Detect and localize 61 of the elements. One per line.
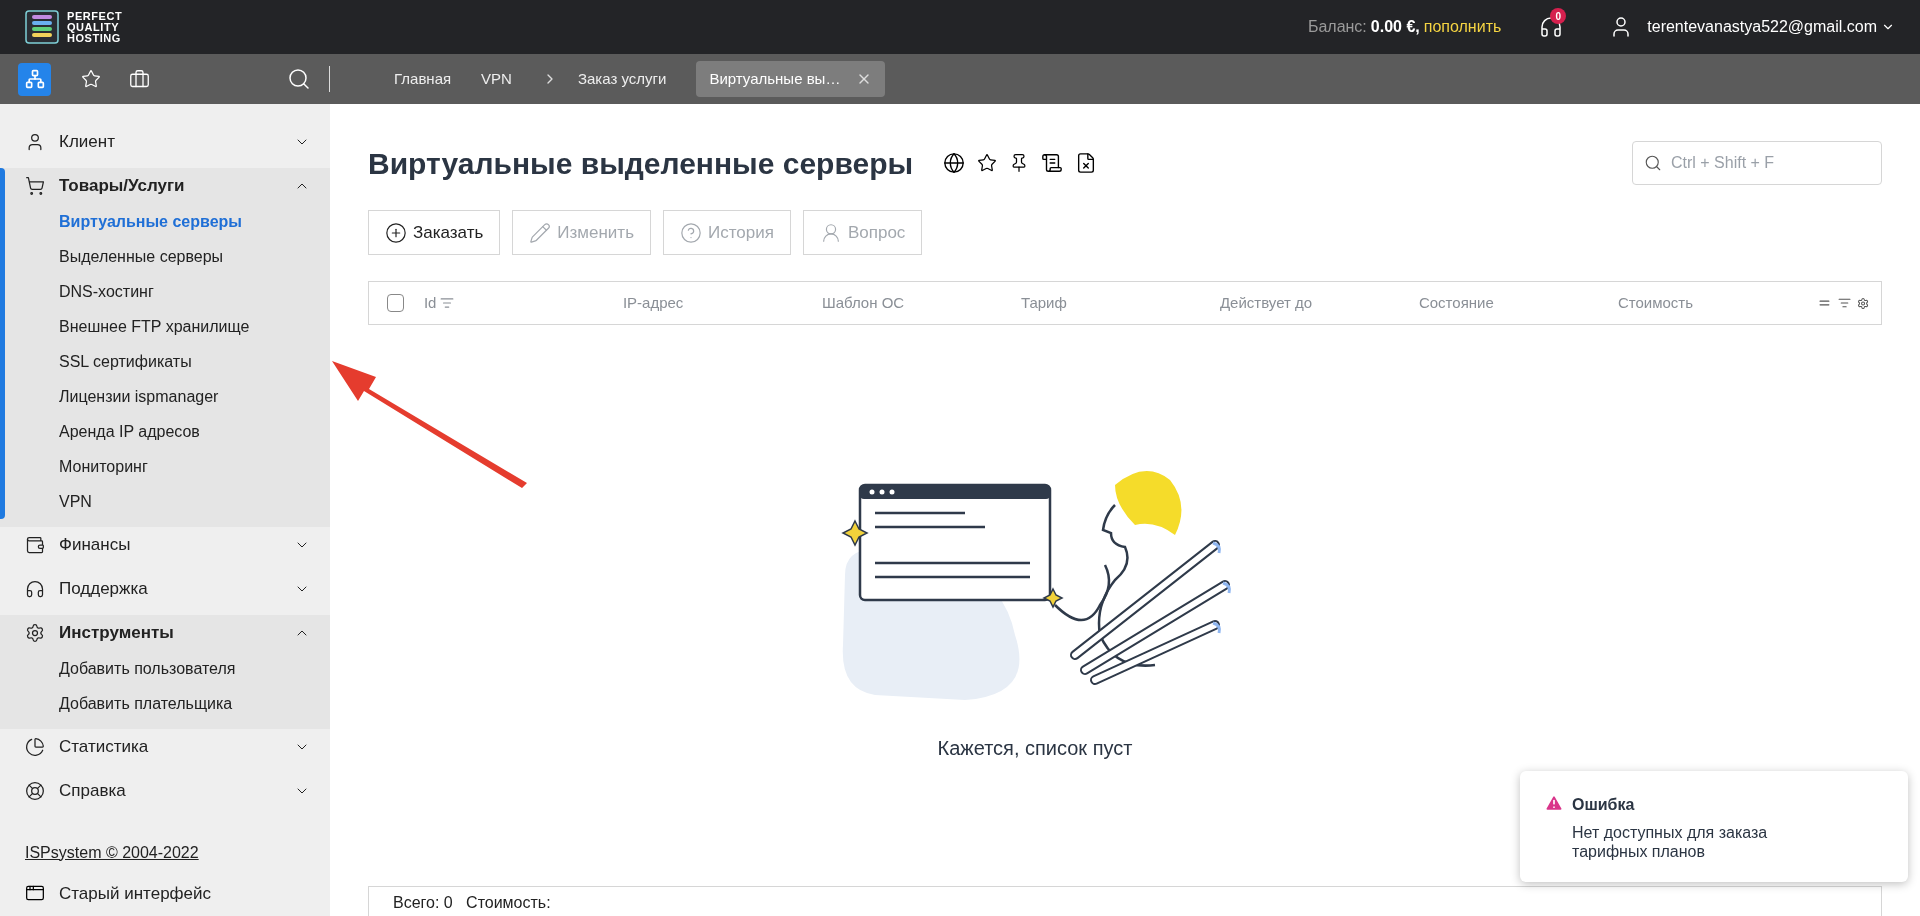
filter-icon[interactable]	[1837, 296, 1851, 310]
headset-icon	[25, 579, 45, 599]
footer-totals: Всего: 0 Стоимость:	[393, 894, 551, 911]
gear-icon[interactable]	[1856, 296, 1869, 310]
top-up-link[interactable]: пополнить	[1423, 15, 1502, 39]
logo-text: HOSTING	[67, 32, 122, 44]
pencil-icon	[529, 221, 552, 244]
balance-label: Баланс:	[1307, 17, 1367, 37]
warning-icon	[1544, 793, 1564, 813]
logo-icon	[25, 10, 59, 44]
page-title: Виртуальные выделенные серверы	[368, 145, 914, 182]
user-menu[interactable]: terentevanastya522@gmail.com	[1647, 15, 1895, 39]
star-icon[interactable]	[977, 153, 998, 173]
breadcrumb-link[interactable]: Главная	[394, 67, 452, 91]
sidebar-group[interactable]: Товары/Услуги	[5, 168, 330, 204]
sidebar-group[interactable]: Статистика	[5, 729, 330, 765]
tree-icon	[24, 69, 45, 89]
cart-icon	[25, 176, 45, 196]
sidebar-item[interactable]: Аренда IP адресов	[5, 414, 330, 449]
copyright-link[interactable]: ISPsystem © 2004-2022	[0, 840, 330, 865]
sidebar-item[interactable]: SSL сертификаты	[5, 344, 330, 379]
sidebar-group[interactable]: Справка	[5, 773, 330, 809]
wallet-icon	[25, 535, 45, 555]
action-button[interactable]: Заказать	[368, 210, 501, 255]
sidebar-item[interactable]: Добавить пользователя	[5, 651, 330, 686]
page-tab[interactable]: Виртуальные вы…	[696, 61, 886, 97]
sidebar-item[interactable]: VPN	[5, 484, 330, 519]
search-icon	[1644, 154, 1662, 172]
breadcrumb-link[interactable]: VPN	[481, 67, 512, 91]
select-all-checkbox[interactable]	[387, 294, 404, 312]
sidebar-item[interactable]: Мониторинг	[5, 449, 330, 484]
sitemap-button[interactable]	[18, 62, 51, 96]
notification-badge: 0	[1550, 8, 1567, 24]
sidebar-item[interactable]: Выделенные серверы	[5, 239, 330, 274]
sidebar-item[interactable]: DNS-хостинг	[5, 274, 330, 309]
empty-list-text: Кажется, список пуст	[937, 735, 1133, 761]
sidebar-item[interactable]: Внешнее FTP хранилище	[5, 309, 330, 344]
sidebar-group[interactable]: Финансы	[5, 527, 330, 563]
toast-title: Ошибка	[1572, 795, 1636, 815]
document-icon[interactable]	[1041, 152, 1064, 174]
sidebar-group[interactable]: Инструменты	[5, 615, 330, 651]
briefcase-icon[interactable]	[129, 68, 150, 90]
search-icon[interactable]	[287, 67, 311, 91]
question-icon	[680, 221, 702, 244]
breadcrumb-link[interactable]: Заказ услуги	[577, 67, 667, 91]
sidebar-item[interactable]: Добавить плательщика	[5, 686, 330, 721]
plus-circle-icon	[385, 221, 407, 244]
logo-text: PERFECT	[67, 10, 123, 22]
search-field[interactable]: Ctrl + Shift + F	[1632, 141, 1882, 185]
old-interface-link[interactable]: Старый интерфейс	[59, 880, 212, 906]
balance-value: 0.00 €,	[1370, 17, 1420, 37]
lifebuoy-icon	[25, 781, 45, 801]
sidebar-group[interactable]: Клиент	[5, 124, 330, 160]
logo-text: QUALITY	[67, 21, 121, 33]
sidebar-group[interactable]: Поддержка	[5, 571, 330, 607]
gear-icon	[25, 623, 45, 643]
pie-chart-icon	[25, 737, 45, 757]
sidebar-item[interactable]: Лицензии ispmanager	[5, 379, 330, 414]
sidebar-item[interactable]: Виртуальные серверы	[5, 204, 330, 239]
toast-message: Нет доступных для заказа тарифных планов	[1572, 823, 1769, 861]
globe-icon[interactable]	[943, 152, 966, 174]
